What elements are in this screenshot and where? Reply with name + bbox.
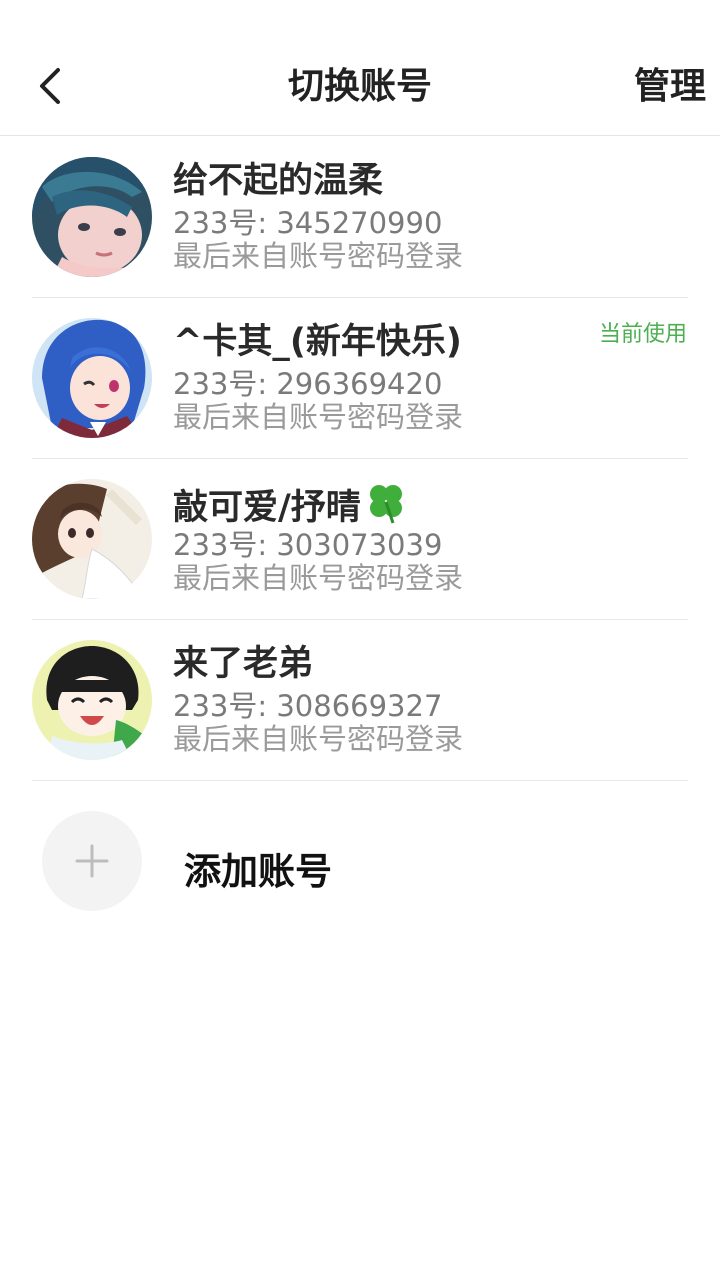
divider xyxy=(32,780,688,781)
login-method: 最后来自账号密码登录 xyxy=(173,400,464,434)
account-name-text: 敲可爱/抒晴 xyxy=(173,488,361,528)
avatar-image xyxy=(32,640,152,760)
manage-button[interactable]: 管理 xyxy=(634,62,706,112)
plus-icon xyxy=(75,844,109,878)
login-method: 最后来自账号密码登录 xyxy=(173,239,464,273)
avatar-image xyxy=(32,479,152,599)
page-title: 切换账号 xyxy=(287,66,432,107)
avatar xyxy=(32,479,152,599)
account-item[interactable]: 给不起的温柔 233号: 345270990 最后来自账号密码登录 xyxy=(0,137,720,298)
avatar xyxy=(32,640,152,760)
add-account-circle[interactable] xyxy=(42,811,142,911)
login-method: 最后来自账号密码登录 xyxy=(173,561,464,595)
add-account-label: 添加账号 xyxy=(184,850,332,893)
account-name: ^卡其_(新年快乐) xyxy=(173,322,462,362)
account-item[interactable]: 来了老弟 233号: 308669327 最后来自账号密码登录 xyxy=(0,620,720,781)
login-method: 最后来自账号密码登录 xyxy=(173,722,464,756)
avatar-image xyxy=(32,157,152,277)
header-bar: 切换账号 管理 xyxy=(0,0,720,136)
account-name: 给不起的温柔 xyxy=(173,161,384,201)
add-account-button[interactable]: 添加账号 xyxy=(0,800,720,920)
account-name: 来了老弟 xyxy=(173,644,314,684)
account-item[interactable]: 敲可爱/抒晴 233号: 303073039 最后来自账号密码登录 xyxy=(0,459,720,620)
current-account-badge: 当前使用 xyxy=(598,322,687,347)
account-switch-screen: 切换账号 管理 给不起的温柔 233号: 345270990 最后来自账号密码登… xyxy=(0,0,720,1280)
avatar-image xyxy=(32,318,152,438)
account-list: 给不起的温柔 233号: 345270990 最后来自账号密码登录 ^卡其_(新… xyxy=(0,137,720,781)
avatar xyxy=(32,157,152,277)
account-item[interactable]: ^卡其_(新年快乐) 当前使用 233号: 296369420 最后来自账号密码… xyxy=(0,298,720,459)
avatar xyxy=(32,318,152,438)
